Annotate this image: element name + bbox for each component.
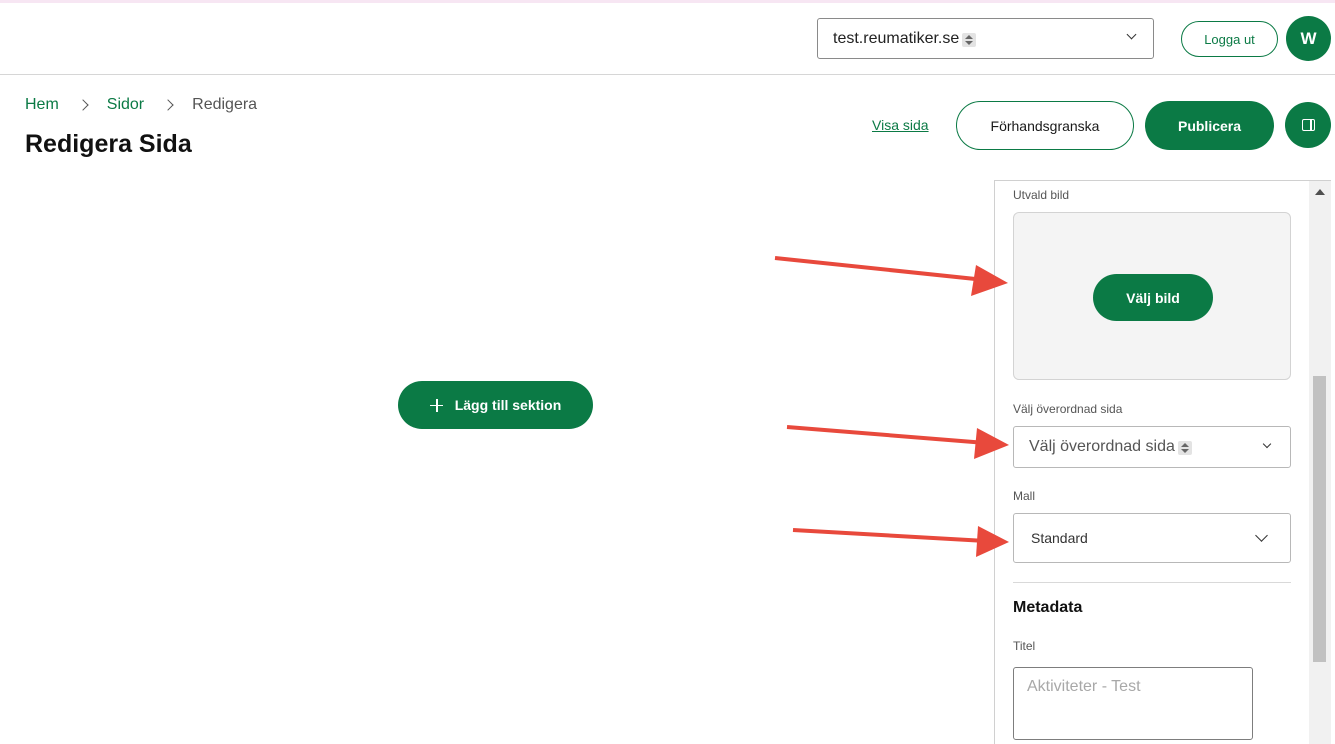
scrollbar-thumb[interactable] [1313, 376, 1326, 662]
title-field-label: Titel [1013, 639, 1036, 653]
parent-page-select[interactable]: Välj överordnad sida [1013, 426, 1291, 468]
chevron-down-icon [1126, 29, 1137, 40]
annotation-arrow [786, 425, 1009, 459]
parent-page-label: Välj överordnad sida [1013, 402, 1123, 416]
chevron-down-icon [1262, 439, 1272, 449]
plus-icon [429, 398, 443, 412]
chevron-right-icon [162, 99, 174, 111]
template-select[interactable]: Standard [1013, 513, 1291, 563]
annotation-arrow [792, 526, 1009, 557]
chevron-down-icon [1255, 529, 1268, 542]
annotation-arrow [774, 256, 1008, 296]
side-panel-scrollbar[interactable] [1309, 181, 1331, 744]
top-header: test.reumatiker.se Logga ut W [0, 3, 1335, 75]
view-page-link[interactable]: Visa sida [872, 117, 929, 133]
scroll-up-arrow-icon[interactable] [1315, 189, 1325, 195]
featured-image-dropzone: Välj bild [1013, 212, 1291, 380]
metadata-heading: Metadata [1013, 599, 1083, 616]
site-select[interactable]: test.reumatiker.se [817, 18, 1154, 59]
sidebar-panel-icon [1301, 119, 1315, 131]
add-section-button[interactable]: Lägg till sektion [398, 381, 593, 429]
publish-button[interactable]: Publicera [1145, 101, 1274, 150]
avatar[interactable]: W [1286, 16, 1331, 61]
site-select-value: test.reumatiker.se [833, 29, 960, 47]
add-section-label: Lägg till sektion [454, 397, 562, 413]
parent-page-select-value: Välj överordnad sida [1029, 438, 1175, 455]
title-input[interactable] [1013, 667, 1253, 740]
breadcrumb-pages[interactable]: Sidor [107, 96, 144, 114]
preview-button[interactable]: Förhandsgranska [956, 101, 1134, 150]
settings-side-panel: Utvald bild Välj bild Välj överordnad si… [994, 180, 1331, 744]
breadcrumb-current: Redigera [192, 96, 258, 113]
choose-image-button[interactable]: Välj bild [1093, 274, 1213, 321]
toggle-sidebar-button[interactable] [1285, 102, 1331, 148]
breadcrumb-home[interactable]: Hem [25, 96, 59, 114]
spinner-icon [1177, 441, 1192, 455]
chevron-right-icon [77, 99, 89, 111]
template-label: Mall [1013, 489, 1036, 503]
breadcrumb: Hem Sidor Redigera [25, 96, 257, 114]
template-select-value: Standard [1031, 530, 1088, 546]
logout-button[interactable]: Logga ut [1181, 21, 1278, 57]
spinner-icon [962, 32, 977, 47]
page-title: Redigera Sida [25, 130, 192, 158]
featured-image-label: Utvald bild [1013, 188, 1070, 202]
divider [1013, 582, 1291, 583]
